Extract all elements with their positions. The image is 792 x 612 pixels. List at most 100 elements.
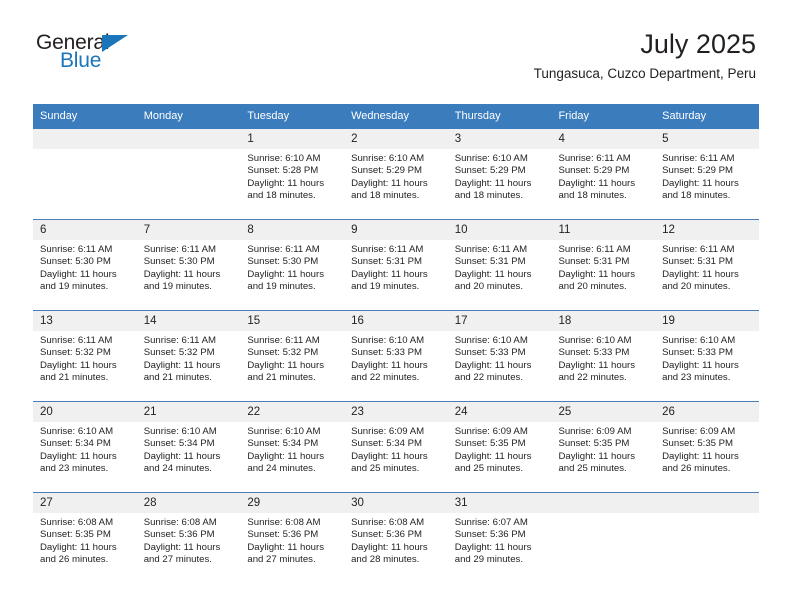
day-details: Sunrise: 6:08 AM Sunset: 5:35 PM Daylight:… — [33, 513, 137, 567]
daylight-text-line1: Daylight: 11 hours — [247, 541, 324, 553]
sunset-text: Sunset: 5:33 PM — [662, 347, 734, 359]
sunset-text: Sunset: 5:29 PM — [454, 165, 526, 177]
day-details: Sunrise: 6:10 AM Sunset: 5:33 PM Daylight:… — [344, 331, 448, 385]
daylight-text-line2: and 21 minutes. — [40, 372, 109, 384]
day-number: 2 — [344, 129, 448, 149]
day-cell[interactable]: 26 Sunrise: 6:09 AM Sunset: 5:35 PM Dayligh… — [655, 401, 759, 493]
day-cell[interactable]: 10 Sunrise: 6:11 AM Sunset: 5:31 PM Dayligh… — [447, 219, 552, 311]
sunrise-text: Sunrise: 6:11 AM — [247, 244, 320, 255]
day-cell[interactable]: 5 Sunrise: 6:11 AM Sunset: 5:29 PM Daylight… — [655, 129, 759, 220]
day-cell[interactable]: 12 Sunrise: 6:11 AM Sunset: 5:31 PM Dayligh… — [655, 219, 759, 311]
daylight-text-line2: and 25 minutes. — [351, 463, 420, 475]
daylight-text-line1: Daylight: 11 hours — [247, 450, 324, 462]
day-cell[interactable]: 11 Sunrise: 6:11 AM Sunset: 5:31 PM Dayligh… — [551, 219, 656, 311]
day-cell[interactable]: 31 Sunrise: 6:07 AM Sunset: 5:36 PM Dayligh… — [447, 492, 552, 583]
day-number: 4 — [551, 129, 656, 149]
daylight-text-line1: Daylight: 11 hours — [143, 541, 221, 553]
daylight-text-line2: and 18 minutes. — [558, 190, 627, 202]
day-cell[interactable]: 13 Sunrise: 6:11 AM Sunset: 5:32 PM Dayligh… — [33, 310, 137, 402]
day-details: Sunrise: 6:08 AM Sunset: 5:36 PM Daylight:… — [137, 513, 241, 567]
day-number: 15 — [240, 311, 345, 331]
day-cell[interactable]: 3 Sunrise: 6:10 AM Sunset: 5:29 PM Daylight… — [447, 129, 552, 220]
day-cell[interactable]: 4 Sunrise: 6:11 AM Sunset: 5:29 PM Daylight… — [551, 129, 656, 220]
day-number: 1 — [240, 129, 345, 149]
sunrise-text: Sunrise: 6:11 AM — [143, 244, 217, 255]
day-cell[interactable]: 22 Sunrise: 6:10 AM Sunset: 5:34 PM Dayligh… — [240, 401, 345, 493]
day-cell[interactable]: 8 Sunrise: 6:11 AM Sunset: 5:30 PM Daylight… — [240, 219, 345, 311]
day-cell[interactable]: 25 Sunrise: 6:09 AM Sunset: 5:35 PM Dayligh… — [551, 401, 656, 493]
day-cell[interactable]: 29 Sunrise: 6:08 AM Sunset: 5:36 PM Dayligh… — [240, 492, 345, 583]
weekday-header-tuesday: Tuesday — [240, 104, 345, 129]
sunrise-text: Sunrise: 6:10 AM — [143, 426, 217, 437]
page-title: July 2025 — [640, 29, 756, 59]
daylight-text-line2: and 26 minutes. — [40, 554, 109, 566]
sunset-text: Sunset: 5:36 PM — [247, 529, 319, 541]
logo-text-blue: Blue — [60, 49, 102, 72]
day-number: 19 — [655, 311, 759, 331]
daylight-text-line2: and 19 minutes. — [247, 281, 316, 293]
sunrise-text: Sunrise: 6:08 AM — [143, 517, 217, 528]
day-number: 18 — [551, 311, 656, 331]
day-cell[interactable]: 20 Sunrise: 6:10 AM Sunset: 5:34 PM Dayligh… — [33, 401, 137, 493]
sunrise-text: Sunrise: 6:08 AM — [247, 517, 321, 528]
day-number: 5 — [655, 129, 759, 149]
daylight-text-line1: Daylight: 11 hours — [351, 450, 428, 462]
daylight-text-line2: and 22 minutes. — [351, 372, 420, 384]
sunrise-text: Sunrise: 6:10 AM — [351, 153, 425, 164]
daylight-text-line1: Daylight: 11 hours — [40, 541, 117, 553]
day-cell[interactable]: 19 Sunrise: 6:10 AM Sunset: 5:33 PM Dayligh… — [655, 310, 759, 402]
day-cell[interactable]: 21 Sunrise: 6:10 AM Sunset: 5:34 PM Dayligh… — [136, 401, 241, 493]
day-details: Sunrise: 6:11 AM Sunset: 5:32 PM Daylight:… — [240, 331, 344, 385]
daylight-text-line1: Daylight: 11 hours — [40, 450, 117, 462]
weekday-header-friday: Friday — [551, 104, 656, 129]
day-cell[interactable]: 30 Sunrise: 6:08 AM Sunset: 5:36 PM Dayligh… — [344, 492, 448, 583]
daylight-text-line1: Daylight: 11 hours — [662, 268, 739, 280]
sunrise-text: Sunrise: 6:07 AM — [454, 517, 528, 528]
day-cell[interactable]: 24 Sunrise: 6:09 AM Sunset: 5:35 PM Dayligh… — [447, 401, 552, 493]
day-number: 26 — [655, 402, 759, 422]
daylight-text-line1: Daylight: 11 hours — [558, 268, 636, 280]
day-cell[interactable]: 18 Sunrise: 6:10 AM Sunset: 5:33 PM Dayligh… — [551, 310, 656, 402]
daylight-text-line2: and 23 minutes. — [40, 463, 109, 475]
day-number — [655, 493, 759, 513]
day-cell-empty — [136, 129, 241, 220]
day-cell[interactable]: 17 Sunrise: 6:10 AM Sunset: 5:33 PM Dayligh… — [447, 310, 552, 402]
sunset-text: Sunset: 5:28 PM — [247, 165, 319, 177]
day-details: Sunrise: 6:07 AM Sunset: 5:36 PM Daylight:… — [448, 513, 552, 567]
daylight-text-line2: and 24 minutes. — [143, 463, 212, 475]
day-number: 3 — [447, 129, 552, 149]
general-blue-logo[interactable]: General Blue — [36, 32, 156, 80]
daylight-text-line2: and 27 minutes. — [247, 554, 316, 566]
daylight-text-line2: and 19 minutes. — [351, 281, 420, 293]
day-cell[interactable]: 23 Sunrise: 6:09 AM Sunset: 5:34 PM Dayligh… — [344, 401, 448, 493]
daylight-text-line1: Daylight: 11 hours — [454, 177, 532, 189]
day-cell[interactable]: 15 Sunrise: 6:11 AM Sunset: 5:32 PM Dayligh… — [240, 310, 345, 402]
calendar-table: Sunday Monday Tuesday Wednesday Thursday… — [33, 104, 759, 583]
day-cell[interactable]: 1 Sunrise: 6:10 AM Sunset: 5:28 PM Daylight… — [240, 129, 345, 220]
sunset-text: Sunset: 5:33 PM — [454, 347, 526, 359]
day-details: Sunrise: 6:11 AM Sunset: 5:31 PM Daylight:… — [655, 240, 759, 294]
day-cell[interactable]: 9 Sunrise: 6:11 AM Sunset: 5:31 PM Daylight… — [344, 219, 448, 311]
day-details: Sunrise: 6:10 AM Sunset: 5:29 PM Daylight:… — [344, 149, 448, 203]
page-header: General Blue July 2025 Tungasuca, Cuzco … — [36, 28, 756, 90]
daylight-text-line1: Daylight: 11 hours — [247, 177, 324, 189]
day-number: 28 — [136, 493, 241, 513]
sunrise-text: Sunrise: 6:11 AM — [351, 244, 424, 255]
sunset-text: Sunset: 5:36 PM — [143, 529, 215, 541]
sunset-text: Sunset: 5:32 PM — [40, 347, 111, 359]
day-cell[interactable]: 14 Sunrise: 6:11 AM Sunset: 5:32 PM Dayligh… — [136, 310, 241, 402]
day-cell-empty — [655, 492, 759, 583]
day-cell[interactable]: 28 Sunrise: 6:08 AM Sunset: 5:36 PM Dayligh… — [136, 492, 241, 583]
daylight-text-line2: and 20 minutes. — [662, 281, 731, 293]
day-cell-empty — [551, 492, 656, 583]
day-cell[interactable]: 27 Sunrise: 6:08 AM Sunset: 5:35 PM Dayligh… — [33, 492, 137, 583]
day-details: Sunrise: 6:11 AM Sunset: 5:31 PM Daylight:… — [344, 240, 448, 294]
day-cell[interactable]: 2 Sunrise: 6:10 AM Sunset: 5:29 PM Daylight… — [344, 129, 448, 220]
day-cell[interactable]: 7 Sunrise: 6:11 AM Sunset: 5:30 PM Daylight… — [136, 219, 241, 311]
sunrise-text: Sunrise: 6:11 AM — [558, 244, 631, 255]
sunset-text: Sunset: 5:33 PM — [558, 347, 630, 359]
day-cell[interactable]: 6 Sunrise: 6:11 AM Sunset: 5:30 PM Daylight… — [33, 219, 137, 311]
daylight-text-line1: Daylight: 11 hours — [558, 359, 636, 371]
sunset-text: Sunset: 5:31 PM — [351, 256, 422, 268]
day-cell[interactable]: 16 Sunrise: 6:10 AM Sunset: 5:33 PM Dayligh… — [344, 310, 448, 402]
